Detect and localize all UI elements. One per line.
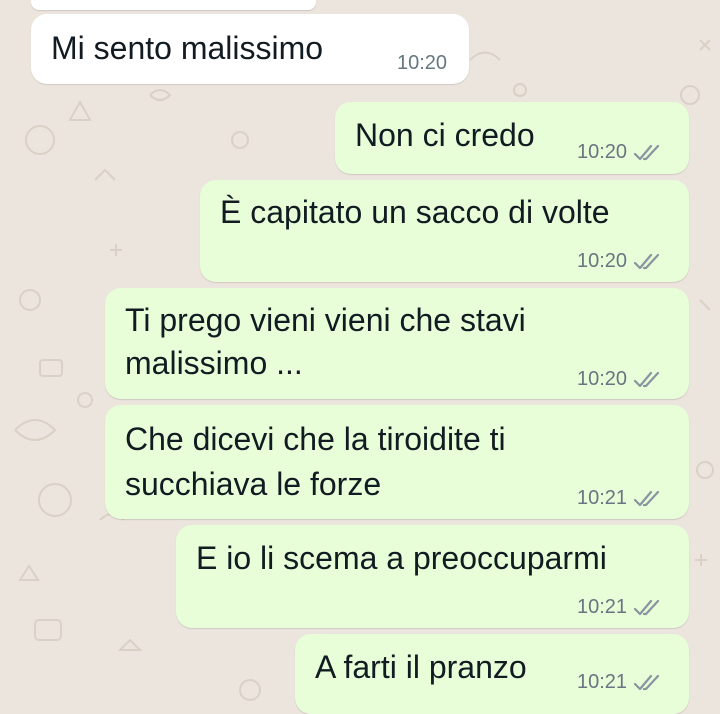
conversation: Mi sento malissimo 10:20 Non ci credo 10…: [0, 0, 720, 714]
message-bubble-outgoing[interactable]: Che dicevi che la tiroidite ti succhiava…: [105, 405, 689, 519]
message-text-line: Che dicevi che la tiroidite ti: [125, 421, 506, 457]
message-text-line: malissimo ...: [125, 345, 303, 381]
message-bubble-outgoing[interactable]: Non ci credo 10:20: [335, 102, 689, 174]
message-time: 10:20: [577, 141, 628, 163]
message-time: 10:20: [577, 368, 628, 390]
message-bubble-outgoing[interactable]: Ti prego vieni vieni che stavi malissimo…: [105, 288, 689, 399]
message-text: È capitato un sacco di volte: [220, 194, 610, 230]
double-check-icon: [633, 490, 660, 506]
double-check-icon: [633, 674, 660, 690]
double-check-icon: [633, 144, 660, 160]
message-text: Mi sento malissimo: [51, 30, 324, 66]
message-bubble-outgoing[interactable]: È capitato un sacco di volte 10:20: [200, 180, 689, 282]
message-meta: 10:21: [577, 596, 663, 619]
message-bubble-outgoing[interactable]: A farti il pranzo 10:21: [295, 634, 689, 714]
double-check-icon: [633, 371, 660, 387]
message-time: 10:21: [577, 596, 628, 618]
message-text: E io li scema a preoccuparmi: [196, 540, 607, 576]
message-time: 10:21: [577, 671, 628, 693]
message-meta: 10:20: [397, 52, 447, 75]
message-text-line: succhiava le forze: [125, 466, 382, 502]
message-meta: 10:20: [577, 250, 663, 273]
message-time: 10:21: [577, 487, 628, 509]
message-meta: 10:21: [577, 487, 663, 510]
message-meta: 10:20: [577, 141, 663, 164]
message-bubble-incoming[interactable]: Mi sento malissimo 10:20: [31, 14, 469, 84]
message-bubble-outgoing[interactable]: E io li scema a preoccuparmi 10:21: [176, 525, 689, 628]
message-text: Non ci credo: [355, 117, 535, 153]
message-time: 10:20: [397, 52, 448, 74]
message-meta: 10:20: [577, 368, 663, 391]
message-time: 10:20: [577, 250, 628, 272]
message-meta: 10:21: [577, 671, 663, 694]
double-check-icon: [633, 253, 660, 269]
message-text-line: Ti prego vieni vieni che stavi: [125, 302, 526, 338]
double-check-icon: [633, 599, 660, 615]
message-text: A farti il pranzo: [315, 649, 527, 685]
message-bubble-incoming[interactable]: [31, 0, 316, 10]
